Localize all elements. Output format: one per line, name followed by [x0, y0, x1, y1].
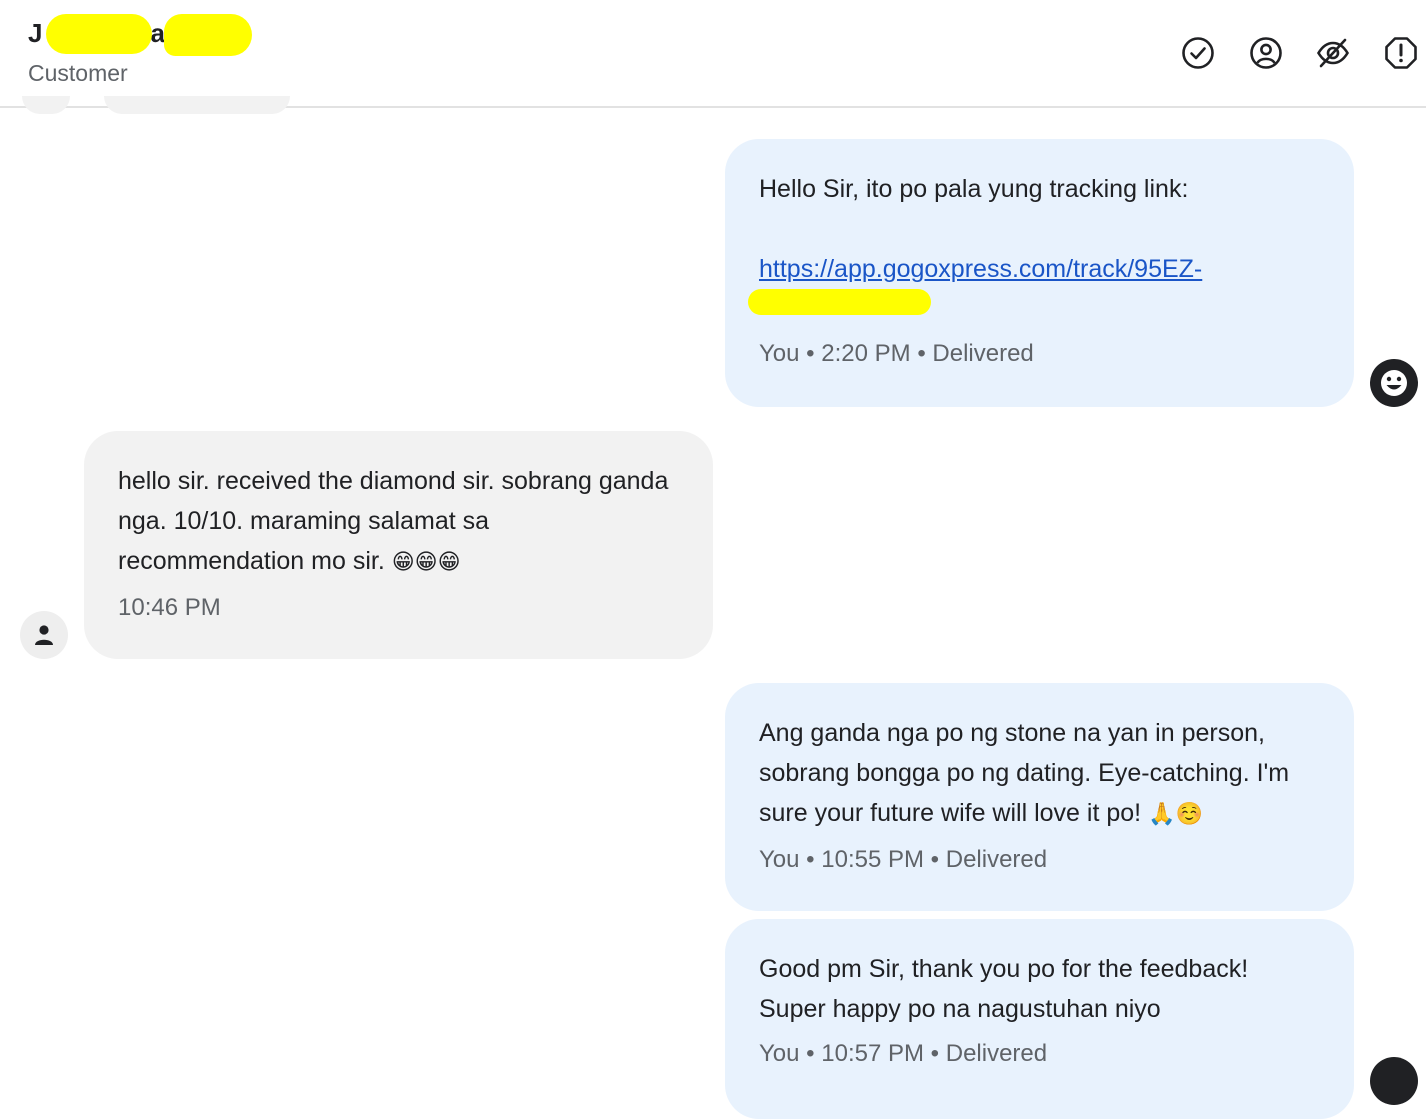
message-emoji: 😁😁😁 — [391, 550, 461, 575]
message-text: Hello Sir, ito po pala yung tracking lin… — [759, 175, 1189, 203]
message-text: Ang ganda nga po ng stone na yan in pers… — [759, 719, 1290, 827]
outgoing-message: Hello Sir, ito po pala yung tracking lin… — [725, 139, 1354, 407]
message-meta: You • 10:57 PM • Delivered — [759, 1040, 1048, 1067]
report-octagon-icon[interactable] — [1384, 36, 1418, 70]
smiley-icon — [1381, 370, 1407, 396]
redaction-mark — [164, 14, 252, 56]
message-emoji: 🙏☺️ — [1148, 802, 1203, 827]
contact-role: Customer — [28, 60, 128, 86]
outgoing-message: Good pm Sir, thank you po for the feedba… — [725, 919, 1354, 1119]
message-text: hello sir. received the diamond sir. sob… — [118, 467, 669, 575]
add-reaction-button[interactable] — [1370, 1057, 1418, 1105]
redaction-mark — [46, 14, 152, 54]
person-icon — [35, 625, 53, 645]
eye-off-icon[interactable] — [1316, 36, 1350, 70]
add-reaction-button[interactable] — [1370, 359, 1418, 407]
message-time: 10:46 PM — [118, 594, 221, 621]
contact-avatar — [20, 611, 68, 659]
message-meta: You • 2:20 PM • Delivered — [759, 340, 1034, 367]
tracking-link[interactable]: https://app.gogoxpress.com/track/95EZ- — [759, 255, 1202, 283]
outgoing-message: Ang ganda nga po ng stone na yan in pers… — [725, 683, 1354, 911]
previous-message-remnant — [22, 96, 70, 114]
message-meta: You • 10:55 PM • Delivered — [759, 846, 1048, 873]
message-text: Good pm Sir, thank you po for the feedba… — [759, 955, 1249, 1023]
incoming-message: hello sir. received the diamond sir. sob… — [84, 431, 713, 659]
previous-message-remnant — [104, 96, 290, 114]
account-circle-icon[interactable] — [1249, 36, 1283, 70]
redaction-mark — [748, 289, 931, 315]
conversation-header: Ja Customer — [0, 0, 1426, 108]
check-circle-icon[interactable] — [1181, 36, 1215, 70]
